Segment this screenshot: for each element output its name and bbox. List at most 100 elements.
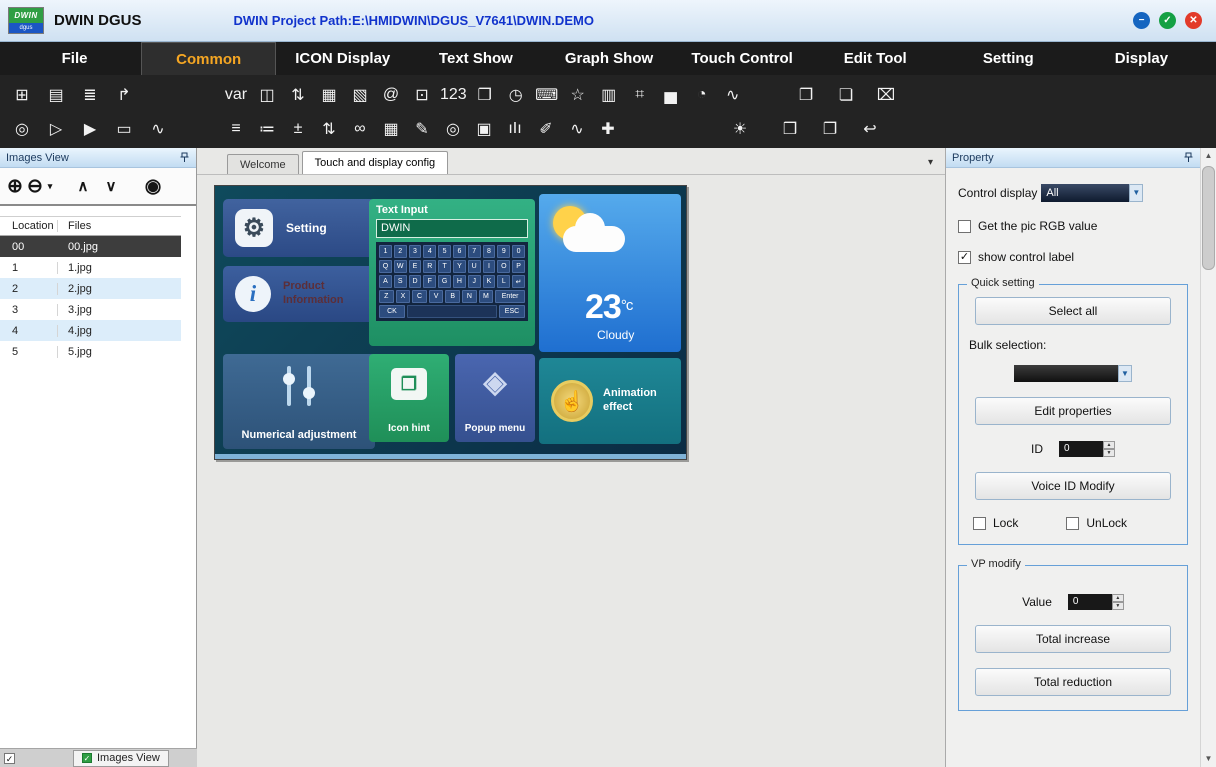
close-button[interactable]: ✕: [1185, 12, 1202, 29]
spin-up-icon[interactable]: ▲: [1103, 441, 1115, 449]
keyboard-key[interactable]: 0: [512, 245, 525, 258]
keyboard-key[interactable]: U: [468, 260, 481, 273]
keyboard-key[interactable]: R: [423, 260, 436, 273]
unlock-checkbox[interactable]: [1066, 517, 1079, 530]
keyboard-key[interactable]: H: [453, 275, 466, 288]
list-select-icon[interactable]: ≔: [253, 115, 281, 143]
voice-id-modify-button[interactable]: Voice ID Modify: [975, 472, 1171, 500]
zoom-variable-icon[interactable]: ☆: [564, 81, 592, 109]
new-project-icon[interactable]: ⊞: [8, 81, 36, 109]
menu-item-file[interactable]: File: [8, 42, 141, 75]
keyboard-key-esc[interactable]: ESC: [499, 305, 525, 318]
pencil-edit-icon[interactable]: ✎: [408, 115, 436, 143]
print-icon[interactable]: ≣: [76, 81, 104, 109]
qrcode-display-icon[interactable]: ⌗: [626, 81, 654, 109]
table-row[interactable]: 3 3.jpg: [0, 299, 181, 320]
move-up-icon[interactable]: ∧: [73, 177, 93, 195]
keyboard-key[interactable]: 1: [379, 245, 392, 258]
copy-icon[interactable]: ❐: [792, 81, 820, 109]
bit-variable-icon[interactable]: ◫: [253, 81, 281, 109]
vertical-scrollbar[interactable]: ▲ ▼: [1200, 148, 1216, 767]
menu-item-touch-control[interactable]: Touch Control: [676, 42, 809, 75]
minimize-button[interactable]: −: [1133, 12, 1150, 29]
text-input-tile[interactable]: Text Input DWIN 1234567890 QWERTYUIOP AS…: [369, 199, 535, 346]
slider-adjust-icon[interactable]: ⇅: [315, 115, 343, 143]
numerical-adjustment-tile[interactable]: Numerical adjustment: [223, 354, 375, 449]
keyboard-key[interactable]: X: [396, 290, 411, 303]
tab-list-caret-icon[interactable]: ▾: [928, 157, 933, 168]
keyboard-key[interactable]: L: [497, 275, 510, 288]
menu-item-display[interactable]: Display: [1075, 42, 1208, 75]
zoom-caret-icon[interactable]: ▾: [45, 181, 55, 192]
save-icon[interactable]: ▤: [42, 81, 70, 109]
bar-chart-icon[interactable]: ▅: [657, 81, 685, 109]
keyboard-key[interactable]: Enter: [495, 290, 525, 303]
keyboard-key[interactable]: B: [445, 290, 460, 303]
paste-icon[interactable]: ❒: [776, 115, 804, 143]
keyboard-key[interactable]: K: [483, 275, 496, 288]
product-information-tile[interactable]: i Product Information: [223, 266, 375, 322]
chevron-down-icon[interactable]: ▼: [1129, 184, 1143, 202]
keyboard-key[interactable]: G: [438, 275, 451, 288]
clone-icon[interactable]: ❐: [816, 115, 844, 143]
ascii-display-icon[interactable]: @: [377, 81, 405, 109]
tab-touch-display-config[interactable]: Touch and display config: [302, 151, 448, 174]
duplicate-icon[interactable]: ❏: [832, 81, 860, 109]
keyboard-key[interactable]: 7: [468, 245, 481, 258]
keyboard-key[interactable]: Y: [453, 260, 466, 273]
curve-icon[interactable]: ∿: [563, 115, 591, 143]
keyboard-key[interactable]: F: [423, 275, 436, 288]
menu-item-setting[interactable]: Setting: [942, 42, 1075, 75]
text-input-icon[interactable]: ◎: [439, 115, 467, 143]
pin-icon[interactable]: [179, 152, 190, 163]
bulk-selection-select[interactable]: [1014, 365, 1118, 382]
zoom-out-icon[interactable]: ⊖: [25, 175, 45, 198]
table-row[interactable]: 1 1.jpg: [0, 257, 181, 278]
spin-down-icon[interactable]: ▼: [1103, 449, 1115, 457]
brush-icon[interactable]: ✚: [594, 115, 622, 143]
menu-item-edit-tool[interactable]: Edit Tool: [809, 42, 942, 75]
weather-tile[interactable]: 23°c Cloudy: [539, 194, 681, 352]
undo-icon[interactable]: ↩: [856, 115, 884, 143]
lock-checkbox[interactable]: [973, 517, 986, 530]
rgb-checkbox-row[interactable]: Get the pic RGB value: [958, 219, 1188, 233]
move-down-icon[interactable]: ∨: [101, 177, 121, 195]
keyboard-key[interactable]: O: [497, 260, 510, 273]
keyboard-key[interactable]: P: [512, 260, 525, 273]
keyboard-key[interactable]: 9: [497, 245, 510, 258]
text-input-field[interactable]: DWIN: [376, 219, 528, 238]
keyboard-key[interactable]: 5: [438, 245, 451, 258]
keyboard-key[interactable]: 3: [409, 245, 422, 258]
menu-item-icon-display[interactable]: ICON Display: [276, 42, 409, 75]
clock-display-icon[interactable]: ◷: [502, 81, 530, 109]
keyboard-key-ck[interactable]: CK: [379, 305, 405, 318]
keyboard-key[interactable]: I: [483, 260, 496, 273]
column-header-files[interactable]: Files: [58, 220, 181, 232]
audio-play-icon[interactable]: ıIı: [501, 115, 529, 143]
keyboard-key[interactable]: J: [468, 275, 481, 288]
keyboard-key[interactable]: 4: [423, 245, 436, 258]
keyboard-key[interactable]: T: [438, 260, 451, 273]
unlock-checkbox-row[interactable]: UnLock: [1066, 516, 1127, 530]
zoom-in-icon[interactable]: ⊕: [5, 175, 25, 198]
total-reduction-button[interactable]: Total reduction: [975, 668, 1171, 696]
keyboard-key[interactable]: E: [409, 260, 422, 273]
keyboard-key[interactable]: 8: [483, 245, 496, 258]
keypad-input-icon[interactable]: ⌨: [533, 81, 561, 109]
scrollbar-thumb[interactable]: [1202, 166, 1215, 270]
image-display-icon[interactable]: ▣: [470, 115, 498, 143]
show-label-checkbox[interactable]: ✓: [958, 251, 971, 264]
menu-item-text-show[interactable]: Text Show: [409, 42, 542, 75]
images-view-bottom-tab[interactable]: ✓ Images View: [73, 750, 169, 767]
keyboard-key[interactable]: N: [462, 290, 477, 303]
keyboard-key[interactable]: ↵: [512, 275, 525, 288]
lock-checkbox-row[interactable]: Lock: [973, 516, 1018, 530]
chevron-down-icon[interactable]: ▼: [1118, 365, 1132, 382]
screen-icon[interactable]: ▭: [110, 115, 138, 143]
keyboard-key[interactable]: M: [479, 290, 494, 303]
show-label-checkbox-row[interactable]: ✓ show control label: [958, 250, 1188, 264]
play-all-icon[interactable]: ▶: [76, 115, 104, 143]
setting-tile[interactable]: ⚙ Setting: [223, 199, 375, 257]
table-row[interactable]: 2 2.jpg: [0, 278, 181, 299]
spin-up-icon[interactable]: ▲: [1112, 594, 1124, 602]
